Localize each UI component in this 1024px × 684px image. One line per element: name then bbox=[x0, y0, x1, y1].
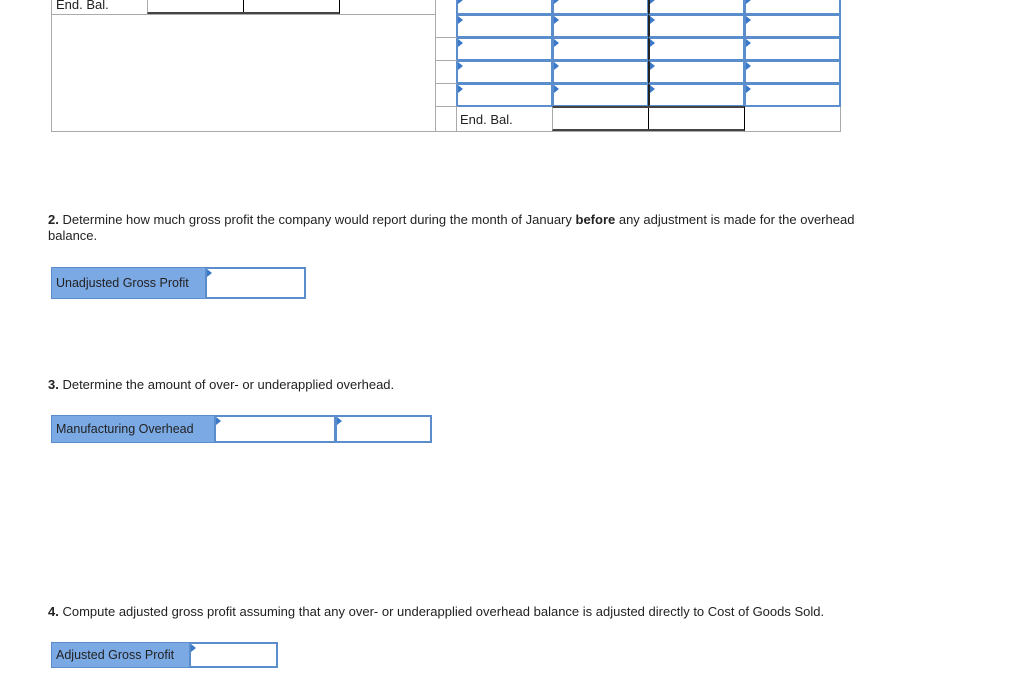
t-account-entry-input[interactable] bbox=[744, 60, 841, 84]
left-body-cell bbox=[51, 14, 436, 132]
t-account-entry-input[interactable] bbox=[552, 83, 649, 107]
manufacturing-overhead-select[interactable] bbox=[214, 415, 336, 443]
q2-number: 2. bbox=[48, 212, 59, 227]
adjusted-gross-profit-label: Adjusted Gross Profit bbox=[51, 642, 190, 668]
end-bal-label-left: End. Bal. bbox=[56, 0, 109, 12]
t-account-entry-input[interactable] bbox=[552, 60, 649, 84]
t-account-entry-input[interactable] bbox=[744, 37, 841, 61]
t-account-entry-input[interactable] bbox=[456, 14, 553, 38]
q2-text-a: Determine how much gross profit the comp… bbox=[58, 212, 576, 227]
right-gutter bbox=[435, 0, 457, 132]
t-account-entry-input[interactable] bbox=[744, 14, 841, 38]
end-bal-label-right: End. Bal. bbox=[460, 112, 513, 127]
q4-text: Compute adjusted gross profit assuming t… bbox=[58, 604, 825, 619]
t-account-entry-input[interactable] bbox=[648, 60, 745, 84]
t-account-entry-input[interactable] bbox=[648, 14, 745, 38]
question-4: 4. Compute adjusted gross profit assumin… bbox=[48, 604, 898, 620]
manufacturing-overhead-amount-input[interactable] bbox=[335, 415, 432, 443]
t-account-entry-input[interactable] bbox=[552, 0, 649, 15]
adjusted-gross-profit-input[interactable] bbox=[189, 642, 278, 668]
end-bal-left-credit[interactable] bbox=[243, 0, 340, 14]
t-account-entry-input[interactable] bbox=[648, 0, 745, 15]
manufacturing-overhead-label: Manufacturing Overhead bbox=[51, 415, 215, 443]
t-account-entry-input[interactable] bbox=[648, 37, 745, 61]
t-account-entry-input[interactable] bbox=[744, 0, 841, 15]
question-2: 2. Determine how much gross profit the c… bbox=[48, 212, 898, 244]
t-account-entry-input[interactable] bbox=[456, 83, 553, 107]
t-account-entry-input[interactable] bbox=[456, 0, 553, 15]
end-bal-left-debit[interactable] bbox=[147, 0, 244, 14]
q3-text: Determine the amount of over- or underap… bbox=[58, 377, 395, 392]
unadjusted-gross-profit-label: Unadjusted Gross Profit bbox=[51, 267, 206, 299]
t-account-entry-input[interactable] bbox=[456, 60, 553, 84]
t-account-entry-input[interactable] bbox=[648, 83, 745, 107]
unadjusted-gross-profit-input[interactable] bbox=[205, 267, 306, 299]
end-bal-right-credit[interactable] bbox=[648, 106, 745, 131]
end-bal-right-debit[interactable] bbox=[552, 106, 649, 131]
t-account-entry-input[interactable] bbox=[552, 37, 649, 61]
t-account-entry-input[interactable] bbox=[456, 37, 553, 61]
question-3: 3. Determine the amount of over- or unde… bbox=[48, 377, 898, 393]
t-account-entry-input[interactable] bbox=[744, 83, 841, 107]
q2-bold: before bbox=[575, 212, 616, 227]
q4-number: 4. bbox=[48, 604, 59, 619]
q3-number: 3. bbox=[48, 377, 59, 392]
t-account-entry-input[interactable] bbox=[552, 14, 649, 38]
